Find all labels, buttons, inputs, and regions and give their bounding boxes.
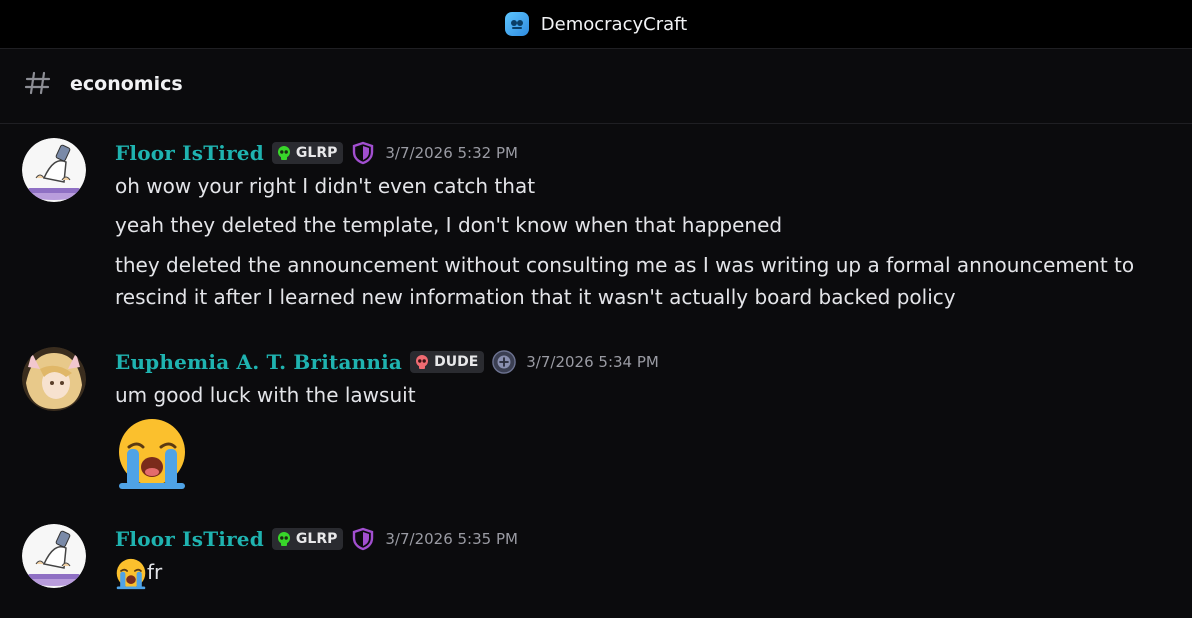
red-skull-icon [416, 355, 429, 369]
plus-badge-icon[interactable] [492, 350, 517, 374]
loudly-crying-face-emoji [116, 558, 146, 589]
avatar[interactable] [22, 524, 86, 588]
loudly-crying-face-emoji [119, 419, 185, 489]
user-tag[interactable]: GLRP [271, 528, 344, 550]
green-skull-icon [277, 532, 290, 546]
green-skull-icon [277, 146, 290, 160]
hashtag-icon [24, 71, 51, 95]
message-text: rescind it after I learned new informati… [115, 285, 956, 309]
channel-name: economics [70, 73, 183, 95]
message-content: fr [115, 556, 1175, 590]
username[interactable]: Floor IsTired [115, 527, 264, 551]
server-name: DemocracyCraft [540, 13, 688, 35]
tag-label: GLRP [295, 531, 338, 547]
purple-shield-icon[interactable] [351, 527, 375, 551]
user-tag[interactable]: DUDE [410, 351, 485, 373]
timestamp: 3/7/2026 5:32 PM [385, 144, 518, 162]
timestamp: 3/7/2026 5:34 PM [526, 353, 659, 371]
message-text: they deleted the announcement without co… [115, 253, 1135, 277]
purple-shield-icon[interactable] [351, 141, 375, 165]
timestamp: 3/7/2026 5:35 PM [385, 530, 518, 548]
message-header: Floor IsTired GLRP 3/7/2026 5:32 PM [115, 138, 518, 168]
channel-header: economics [0, 49, 1192, 124]
message-text: yeah they deleted the template, I don't … [115, 213, 783, 237]
avatar[interactable] [22, 347, 86, 411]
user-tag[interactable]: GLRP [271, 142, 344, 164]
message-text: um good luck with the lawsuit [115, 383, 416, 407]
message-text: fr [147, 560, 163, 584]
username[interactable]: Euphemia A. T. Britannia [115, 350, 402, 374]
tag-label: DUDE [434, 354, 479, 370]
title-bar: DemocracyCraft [0, 0, 1192, 49]
avatar[interactable] [22, 138, 86, 202]
message-header: Floor IsTired GLRP 3/7/2026 5:35 PM [115, 524, 518, 554]
message-text: oh wow your right I didn't even catch th… [115, 174, 536, 198]
server-logo-icon [504, 12, 529, 36]
username[interactable]: Floor IsTired [115, 141, 264, 165]
tag-label: GLRP [295, 145, 338, 161]
message-header: Euphemia A. T. Britannia DUDE 3/7/2026 5… [115, 347, 659, 377]
